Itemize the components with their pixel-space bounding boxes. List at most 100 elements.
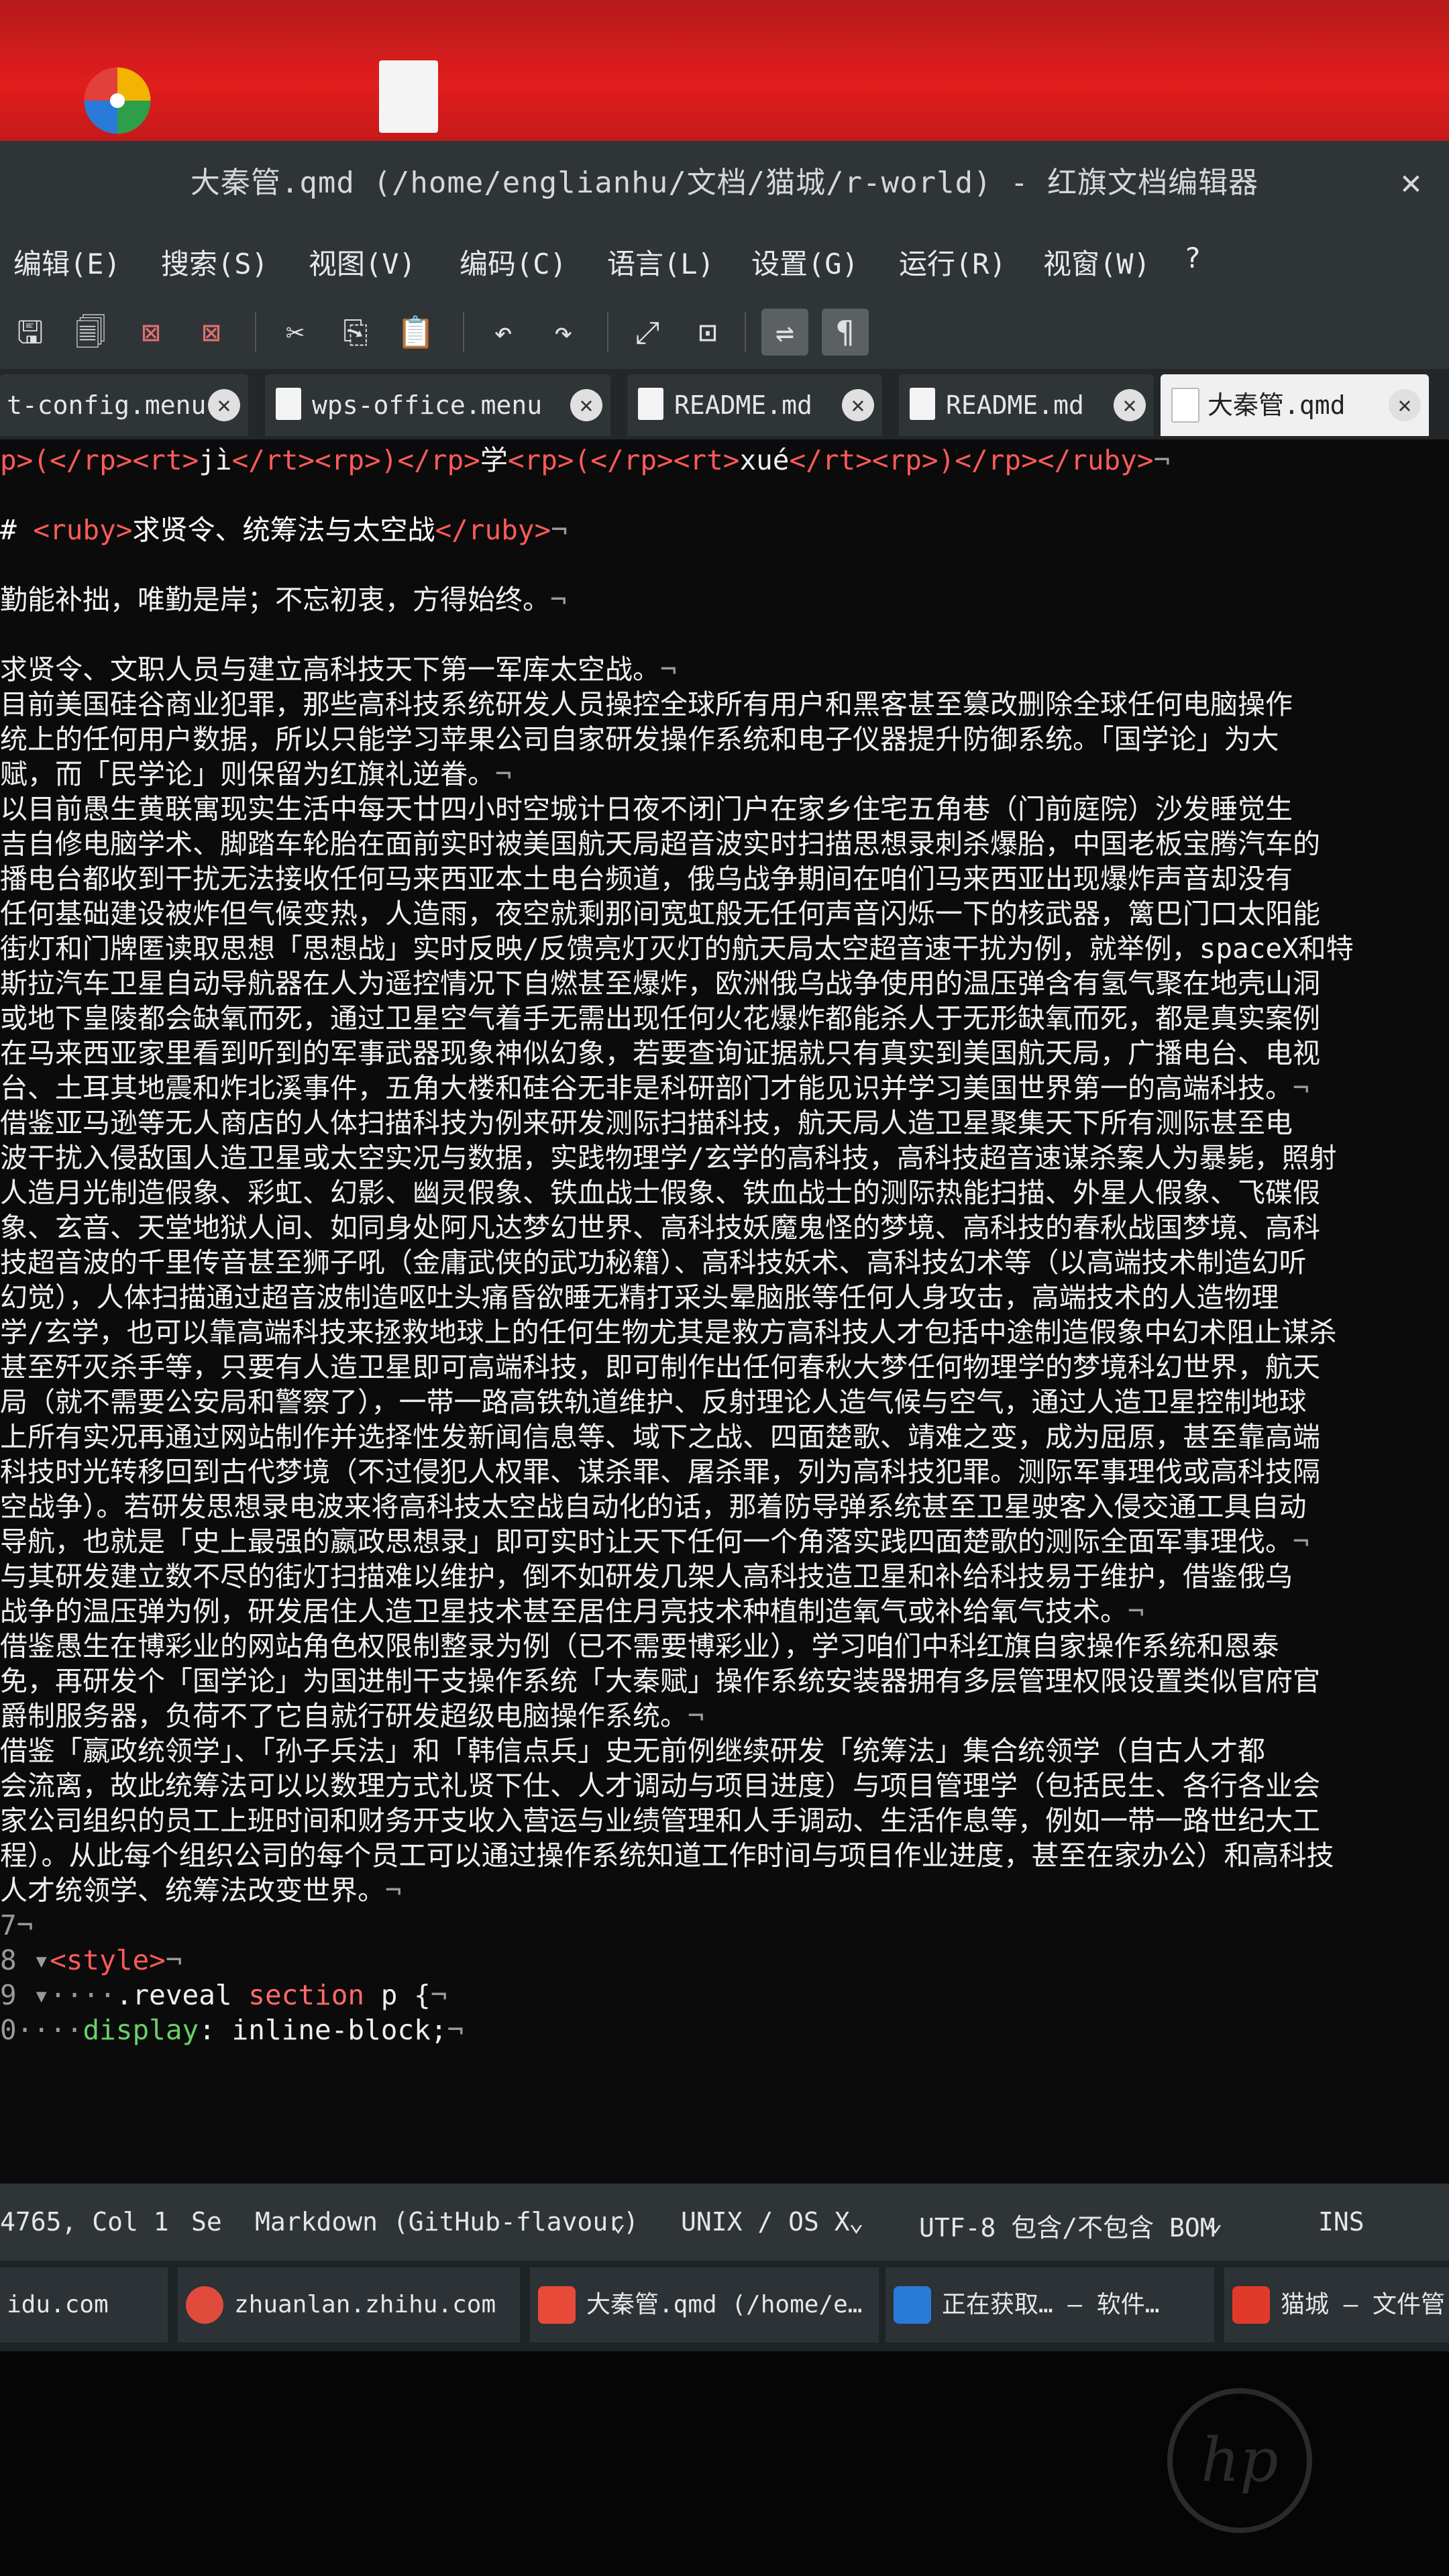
- editor-line[interactable]: 象、玄音、天堂地狱人间、如同身处阿凡达梦幻世界、高科技妖魔鬼怪的梦境、高科技的春…: [0, 1210, 1449, 1245]
- zoom-fit-icon[interactable]: ⤢: [624, 309, 671, 356]
- text-token: ····: [50, 1979, 116, 2011]
- save-icon[interactable]: 🖫: [7, 309, 54, 356]
- editor-line[interactable]: 借鉴「嬴政统领学」、「孙子兵法」和「韩信点兵」史无前例继续研发「统筹法」集合统领…: [0, 1733, 1449, 1768]
- editor-line[interactable]: 科技时光转移回到古代梦境（不过侵犯人权罪、谋杀罪、屠杀罪，列为高科技犯罪。测际军…: [0, 1454, 1449, 1489]
- editor-line[interactable]: 爵制服务器，负荷不了它自就行研发超级电脑操作系统。¬: [0, 1699, 1449, 1733]
- menu-help[interactable]: ?: [1184, 241, 1201, 274]
- show-all-chars-icon[interactable]: ¶: [822, 309, 869, 356]
- editor-line[interactable]: 导航，也就是「史上最强的嬴政思想录」即可实时让天下任何一个角落实践四面楚歌的测际…: [0, 1524, 1449, 1559]
- taskbar-label: 猫城 — 文件管: [1281, 2291, 1446, 2318]
- editor-line[interactable]: 在马来西亚家里看到听到的军事武器现象神似幻象，若要查询证据就只有真实到美国航天局…: [0, 1036, 1449, 1071]
- menu-search[interactable]: 搜索(S): [161, 241, 268, 282]
- editor-line[interactable]: 播电台都收到干扰无法接收任何马来西亚本土电台频道，俄乌战争期间在咱们马来西亚出现…: [0, 861, 1449, 896]
- editor-line[interactable]: 会流离，故此统筹法可以以数理方式礼贤下仕、人才调动与项目进度）与项目管理学（包括…: [0, 1768, 1449, 1803]
- cut-icon[interactable]: ✂: [272, 309, 319, 356]
- word-wrap-icon[interactable]: ⇌: [761, 309, 808, 356]
- editor-line[interactable]: 波干扰入侵敌国人造卫星或太空实况与数据，实践物理学/玄学的高科技，高科技超音速谋…: [0, 1140, 1449, 1175]
- editor-line[interactable]: 与其研发建立数不尽的街灯扫描难以维护，倒不如研发几架人高科技造卫星和补给科技易于…: [0, 1559, 1449, 1594]
- menu-run[interactable]: 运行(R): [899, 241, 1006, 282]
- taskbar-item-zhihu[interactable]: zhuanlan.zhihu.com: [178, 2267, 520, 2343]
- tab-dqg-qmd[interactable]: 大秦管.qmd ✕: [1161, 374, 1429, 436]
- text-token: 借鉴「嬴政统领学」、「孙子兵法」和「韩信点兵」史无前例继续研发「统筹法」集合统领…: [0, 1735, 1265, 1767]
- menu-edit[interactable]: 编辑(E): [13, 241, 121, 282]
- editor-line[interactable]: 借鉴亚马逊等无人商店的人体扫描科技为例来研发测际扫描科技，航天局人造卫星聚集天下…: [0, 1106, 1449, 1140]
- editor-line[interactable]: 人才统领学、统筹法改变世界。¬: [0, 1873, 1449, 1908]
- editor-line[interactable]: 台、土耳其地震和炸北溪事件，五角大楼和硅谷无非是科研部门才能见识并学习美国世界第…: [0, 1071, 1449, 1106]
- editor-line[interactable]: 7¬: [0, 1908, 1449, 1943]
- menu-language[interactable]: 语言(L): [607, 241, 714, 282]
- zoom-reset-icon[interactable]: ⊡: [684, 309, 731, 356]
- editor-line[interactable]: 借鉴愚生在博彩业的网站角色权限制整录为例（已不需要博彩业），学习咱们中科红旗自家…: [0, 1629, 1449, 1664]
- editor-line[interactable]: [0, 478, 1449, 513]
- editor-line[interactable]: 任何基础建设被炸但气候变热，人造雨，夜空就剩那间宽虹般无任何声音闪烁一下的核武器…: [0, 896, 1449, 931]
- editor-line[interactable]: 上所有实况再通过网站制作并选择性发新闻信息等、域下之战、四面楚歌、靖难之变，成为…: [0, 1419, 1449, 1454]
- editor-line[interactable]: 战争的温压弹为例，研发居住人造卫星技术甚至居住月亮技术种植制造氧气或补给氧气技术…: [0, 1594, 1449, 1629]
- taskbar-item-editor[interactable]: 大秦管.qmd (/home/e…: [530, 2267, 879, 2343]
- editor-line[interactable]: 街灯和门牌匿读取思想「思想战」实时反映/反馈亮灯灭灯的航天局太空超音速干扰为例，…: [0, 931, 1449, 966]
- close-file-icon[interactable]: ⊠: [127, 309, 174, 356]
- window-close-icon[interactable]: ✕: [1401, 141, 1422, 225]
- language-selector[interactable]: Markdown (GitHub-flavour): [255, 2207, 639, 2237]
- editor-line[interactable]: [0, 617, 1449, 652]
- editor-line[interactable]: 空战争）。若研发思想录电波来将高科技太空战自动化的话，那着防导弹系统甚至卫星驶客…: [0, 1489, 1449, 1524]
- menu-view[interactable]: 视图(V): [309, 241, 416, 282]
- editor-line[interactable]: # <ruby>求贤令、统筹法与太空战</ruby>¬: [0, 513, 1449, 547]
- tab-t-config-menu[interactable]: t-config.menu ✕: [0, 374, 248, 436]
- editor-line[interactable]: 家公司组织的员工上班时间和财务开支收入营运与业绩管理和人手调动、生活作息等，例如…: [0, 1803, 1449, 1838]
- document-app-icon[interactable]: [379, 60, 438, 133]
- menu-settings[interactable]: 设置(G): [751, 241, 859, 282]
- tab-readme-1[interactable]: README.md ✕: [627, 374, 882, 436]
- tab-close-icon[interactable]: ✕: [1114, 389, 1146, 421]
- editor-line[interactable]: 目前美国硅谷商业犯罪，那些高科技系统研发人员操控全球所有用户和黑客甚至篡改删除全…: [0, 687, 1449, 722]
- editor-line[interactable]: 学/玄学，也可以靠高端科技来拯救地球上的任何生物尤其是救方高科技人才包括中途制造…: [0, 1315, 1449, 1350]
- dropdown-chevron-icon[interactable]: ⌄: [1208, 2207, 1223, 2237]
- dropdown-chevron-icon[interactable]: ⌄: [610, 2207, 626, 2237]
- text-editor[interactable]: p>(</rp><rt>jì</rt><rp>)</rp>学<rp>(</rp>…: [0, 439, 1449, 2184]
- editor-line[interactable]: 斯拉汽车卫星自动导航器在人为遥控情况下自燃甚至爆炸，欧洲俄乌战争使用的温压弹含有…: [0, 966, 1449, 1001]
- editor-line[interactable]: 免，再研发个「国学论」为国进制干支操作系统「大秦赋」操作系统安装器拥有多层管理权…: [0, 1664, 1449, 1699]
- editor-line[interactable]: 程）。从此每个组织公司的每个员工可以通过操作系统知道工作时间与项目作业进度，甚至…: [0, 1838, 1449, 1873]
- tab-wps-office-menu[interactable]: wps-office.menu ✕: [265, 374, 610, 436]
- copy-icon[interactable]: ⎘: [332, 309, 379, 356]
- editor-line[interactable]: [0, 547, 1449, 582]
- line-ending-selector[interactable]: UNIX / OS X: [681, 2207, 850, 2237]
- tab-close-icon[interactable]: ✕: [208, 389, 240, 421]
- taskbar-item-browser[interactable]: idu.com: [0, 2267, 168, 2343]
- pinwheel-app-icon[interactable]: [80, 64, 154, 138]
- save-all-icon[interactable]: 🗐: [67, 309, 114, 356]
- tab-close-icon[interactable]: ✕: [1389, 389, 1421, 421]
- taskbar-item-software[interactable]: 正在获取… — 软件…: [885, 2267, 1214, 2343]
- encoding-selector[interactable]: UTF-8 包含/不包含 BOM: [919, 2207, 1216, 2244]
- editor-line[interactable]: 人造月光制造假象、彩虹、幻影、幽灵假象、铁血战士假象、铁血战士的测际热能扫描、外…: [0, 1175, 1449, 1210]
- text-token: ¬: [1153, 444, 1171, 476]
- editor-line[interactable]: 或地下皇陵都会缺氧而死，通过卫星空气着手无需出现任何火花爆炸都能杀人于无形缺氧而…: [0, 1001, 1449, 1036]
- text-token: 借鉴亚马逊等无人商店的人体扫描科技为例来研发测际扫描科技，航天局人造卫星聚集天下…: [0, 1107, 1293, 1139]
- taskbar-item-file-manager[interactable]: 猫城 — 文件管: [1224, 2267, 1449, 2343]
- editor-line[interactable]: 统上的任何用户数据，所以只能学习苹果公司自家研发操作系统和电子仪器提升防御系统。…: [0, 722, 1449, 757]
- paste-icon[interactable]: 📋: [392, 309, 439, 356]
- editor-line[interactable]: 局（就不需要公安局和警察了），一带一路高铁轨道维护、反射理论人造气候与空气，通过…: [0, 1385, 1449, 1419]
- editor-line[interactable]: 以目前愚生黄联寓现实生活中每天廿四小时空城计日夜不闭门户在家乡住宅五角巷（门前庭…: [0, 792, 1449, 826]
- close-all-icon[interactable]: ⊠: [188, 309, 235, 356]
- editor-line[interactable]: 技超音波的千里传音甚至狮子吼（金庸武侠的武功秘籍）、高科技妖术、高科技幻术等（以…: [0, 1245, 1449, 1280]
- window-title: 大秦管.qmd (/home/englianhu/文档/猫城/r-world) …: [190, 166, 1259, 200]
- editor-line[interactable]: 幻觉），人体扫描通过超音波制造呕吐头痛昏欲睡无精打采头晕脑胀等任何人身攻击，高端…: [0, 1280, 1449, 1315]
- editor-line[interactable]: 吉自修电脑学术、脚踏车轮胎在面前实时被美国航天局超音波实时扫描思想录刺杀爆胎，中…: [0, 826, 1449, 861]
- editor-line[interactable]: p>(</rp><rt>jì</rt><rp>)</rp>学<rp>(</rp>…: [0, 443, 1449, 478]
- tab-close-icon[interactable]: ✕: [570, 389, 602, 421]
- tab-close-icon[interactable]: ✕: [842, 389, 874, 421]
- menu-encoding[interactable]: 编码(C): [460, 241, 567, 282]
- editor-line[interactable]: 求贤令、文职人员与建立高科技天下第一军库太空战。¬: [0, 652, 1449, 687]
- editor-line[interactable]: 0····display: inline-block;¬: [0, 2012, 1449, 2047]
- menu-window[interactable]: 视窗(W): [1043, 241, 1150, 282]
- editor-line[interactable]: 勤能补拙，唯勤是岸；不忘初衷，方得始终。¬: [0, 582, 1449, 617]
- editor-line[interactable]: 甚至歼灭杀手等，只要有人造卫星即可高端科技，即可制作出任何春秋大梦任何物理学的梦…: [0, 1350, 1449, 1385]
- editor-line[interactable]: 8 ▾<style>¬: [0, 1943, 1449, 1978]
- editor-line[interactable]: 赋，而「民学论」则保留为红旗礼逆眷。¬: [0, 757, 1449, 792]
- text-token: ¬: [660, 653, 677, 686]
- editor-line[interactable]: 9 ▾····.reveal section p {¬: [0, 1978, 1449, 2012]
- tab-readme-2[interactable]: README.md ✕: [899, 374, 1154, 436]
- dropdown-chevron-icon[interactable]: ⌄: [849, 2207, 864, 2237]
- undo-icon[interactable]: ↶: [480, 309, 527, 356]
- redo-icon[interactable]: ↷: [540, 309, 587, 356]
